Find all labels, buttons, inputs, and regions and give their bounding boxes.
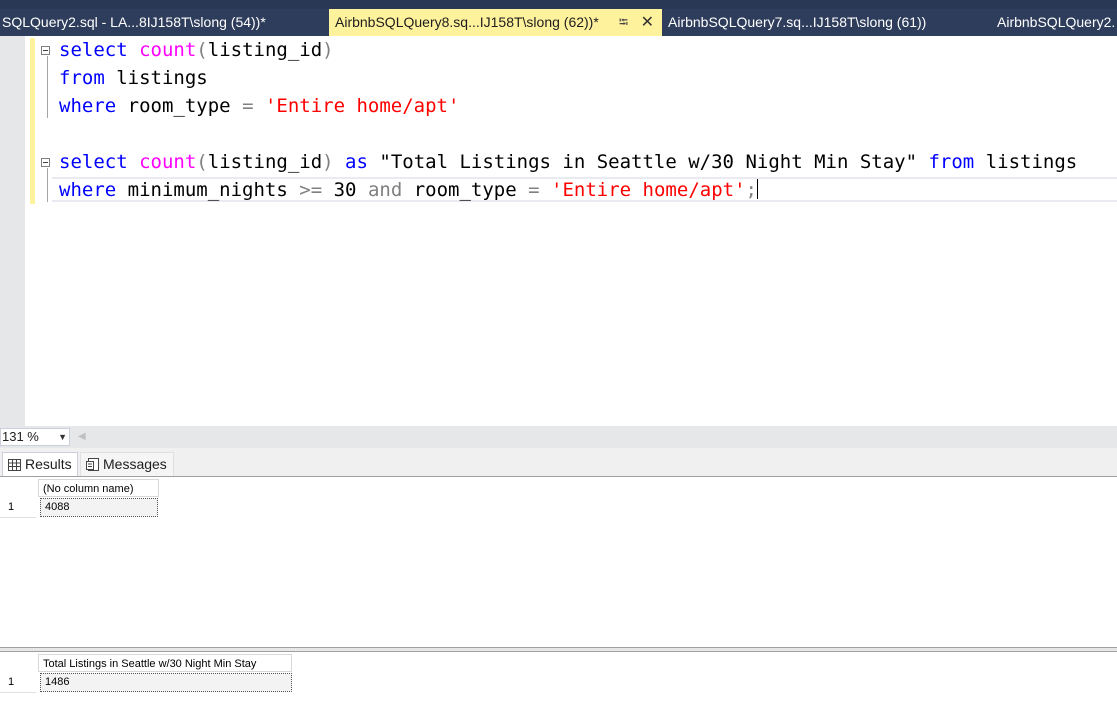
column-header[interactable]: (No column name) xyxy=(38,479,159,497)
tab-results[interactable]: Results xyxy=(2,452,78,476)
operator-and: and xyxy=(367,179,403,201)
identifier: listing_id xyxy=(207,39,323,61)
semicolon: ; xyxy=(745,179,757,201)
identifier: room_type xyxy=(127,95,231,117)
zoom-value: 131 % xyxy=(2,429,39,444)
results-grid-2: Total Listings in Seattle w/30 Night Min… xyxy=(0,652,1117,716)
keyword-from: from xyxy=(928,151,975,173)
row-number[interactable]: 1 xyxy=(8,501,14,513)
identifier: room_type xyxy=(413,179,517,201)
tab-results-label: Results xyxy=(25,456,72,472)
function-count: count xyxy=(139,39,197,61)
column-header[interactable]: Total Listings in Seattle w/30 Night Min… xyxy=(38,654,292,672)
string-literal: 'Entire home/apt' xyxy=(551,179,746,201)
pin-icon[interactable]: ⭾ xyxy=(619,9,628,36)
identifier: listings xyxy=(985,151,1078,173)
identifier: listings xyxy=(116,67,208,89)
messages-icon xyxy=(86,458,99,471)
collapse-icon[interactable] xyxy=(41,46,50,55)
results-tab-strip: Results Messages xyxy=(0,448,1117,476)
paren: ) xyxy=(322,151,334,173)
text-caret xyxy=(756,179,758,199)
string-literal: 'Entire home/apt' xyxy=(264,95,460,117)
tab-airbnbsqlquery2[interactable]: AirbnbSQLQuery2. xyxy=(997,9,1117,36)
tab-messages-label: Messages xyxy=(103,456,167,472)
window-top-strip xyxy=(0,0,1117,9)
row-separator xyxy=(0,517,36,518)
paren: ( xyxy=(196,151,208,173)
column-alias: "Total Listings in Seattle w/30 Night Mi… xyxy=(379,151,918,173)
code-line-3: where room_type = 'Entire home/apt' xyxy=(59,92,459,120)
query-editor[interactable]: select count(listing_id) from listings w… xyxy=(0,36,1117,426)
keyword-from: from xyxy=(59,67,105,89)
code-line-5: select count(listing_id) as "Total Listi… xyxy=(59,148,1077,176)
keyword-as: as xyxy=(345,151,368,173)
code-line-6: where minimum_nights >= 30 and room_type… xyxy=(59,176,758,204)
tab-label: AirbnbSQLQuery8.sq...IJ158T\slong (62))* xyxy=(335,14,599,30)
collapse-icon[interactable] xyxy=(41,158,50,167)
code-line-2: from listings xyxy=(59,64,208,92)
identifier: listing_id xyxy=(207,151,323,173)
grid-icon xyxy=(8,459,21,471)
row-separator xyxy=(0,692,36,693)
operator: = xyxy=(242,95,254,117)
number-literal: 30 xyxy=(333,179,357,201)
row-number[interactable]: 1 xyxy=(8,676,14,688)
tab-airbnbsqlquery7[interactable]: AirbnbSQLQuery7.sq...IJ158T\slong (61)) xyxy=(668,9,988,36)
keyword-where: where xyxy=(59,95,117,117)
scroll-left-icon[interactable]: ◀ xyxy=(78,431,86,442)
tab-messages[interactable]: Messages xyxy=(80,452,174,476)
function-count: count xyxy=(139,151,197,173)
tab-sqlquery2[interactable]: SQLQuery2.sql - LA...8IJ158T\slong (54))… xyxy=(2,9,322,36)
paren: ( xyxy=(196,39,208,61)
results-grid-1: (No column name) 1 4088 xyxy=(0,476,1117,648)
identifier: minimum_nights xyxy=(127,179,288,201)
editor-gutter xyxy=(0,36,25,426)
keyword-where: where xyxy=(59,179,117,201)
keyword-select: select xyxy=(59,39,128,61)
code-line-1: select count(listing_id) xyxy=(59,36,334,64)
result-cell[interactable]: 1486 xyxy=(40,673,292,692)
paren: ) xyxy=(322,39,334,61)
editor-status-bar: 131 % ▼ ◀ xyxy=(0,426,1117,448)
document-tab-bar: SQLQuery2.sql - LA...8IJ158T\slong (54))… xyxy=(0,9,1117,36)
chevron-down-icon[interactable]: ▼ xyxy=(58,429,67,445)
outline-line xyxy=(47,168,48,202)
keyword-select: select xyxy=(59,151,128,173)
result-cell[interactable]: 4088 xyxy=(40,498,158,517)
tab-airbnbsqlquery8[interactable]: AirbnbSQLQuery8.sq...IJ158T\slong (62))*… xyxy=(329,9,662,36)
change-marker-bar xyxy=(30,38,35,204)
operator: >= xyxy=(299,179,323,201)
outline-line xyxy=(47,56,48,118)
zoom-select[interactable]: 131 % ▼ xyxy=(0,428,70,446)
operator: = xyxy=(528,179,540,201)
close-icon[interactable]: ✕ xyxy=(641,9,654,36)
